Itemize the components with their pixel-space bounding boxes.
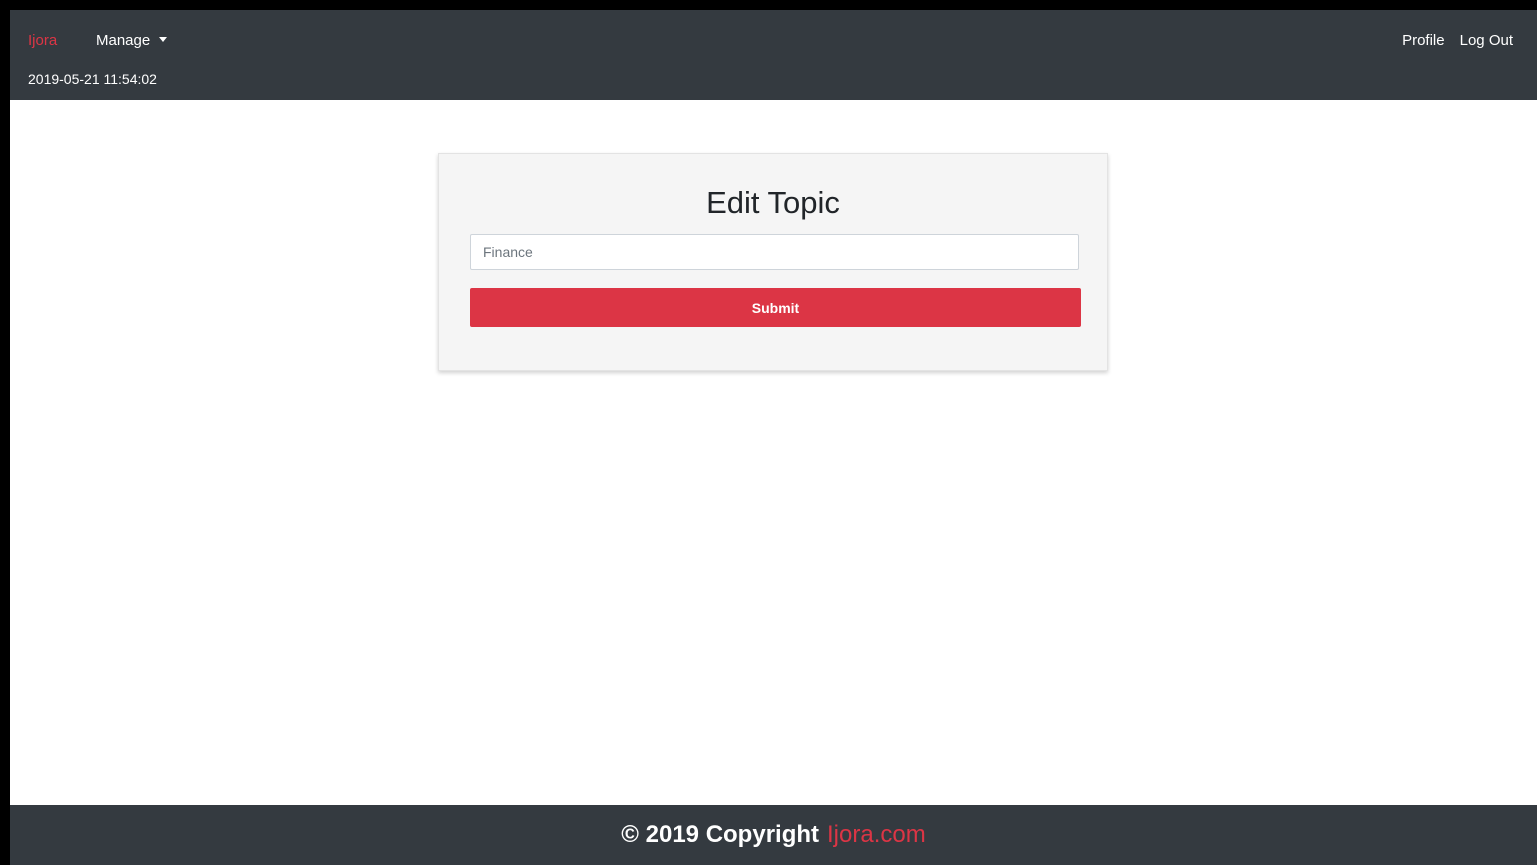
caret-down-icon (159, 37, 168, 42)
submit-button[interactable]: Submit (470, 288, 1081, 327)
top-navbar: Ijora Manage 2019-05-21 11:54:02 Profile… (10, 10, 1537, 100)
current-datetime: 2019-05-21 11:54:02 (28, 71, 157, 87)
logout-link[interactable]: Log Out (1460, 32, 1513, 49)
topic-name-input[interactable] (470, 234, 1079, 270)
page-title: Edit Topic (706, 185, 840, 220)
brand-link[interactable]: Ijora (28, 32, 57, 49)
footer: © 2019 Copyright Ijora.com (10, 805, 1537, 865)
manage-dropdown-label: Manage (96, 32, 151, 49)
user-nav: Profile Log Out (1402, 32, 1513, 49)
footer-site-link[interactable]: Ijora.com (827, 821, 926, 849)
manage-dropdown[interactable]: Manage (96, 32, 168, 49)
copyright-text: © 2019 Copyright (621, 821, 820, 848)
profile-link[interactable]: Profile (1402, 32, 1445, 49)
edit-topic-card: Edit Topic Submit (438, 153, 1108, 371)
app-screen: Ijora Manage 2019-05-21 11:54:02 Profile… (10, 10, 1537, 865)
